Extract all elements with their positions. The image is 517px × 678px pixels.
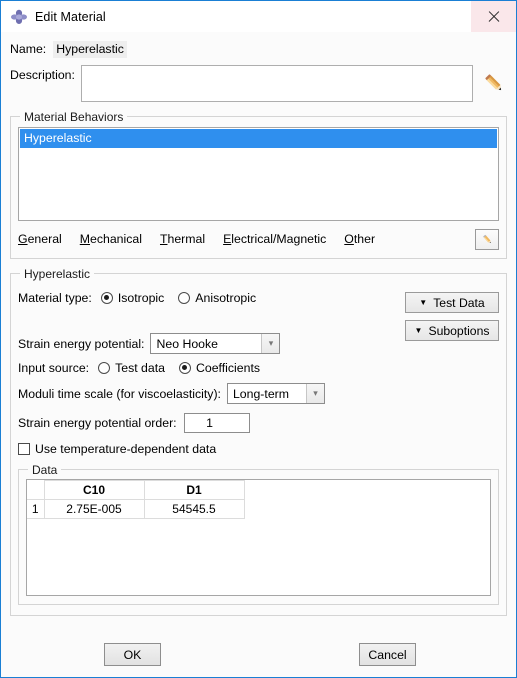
chevron-down-icon: ▾: [261, 334, 280, 353]
radio-coefficients[interactable]: [179, 362, 191, 374]
menu-thermal[interactable]: Thermal: [160, 232, 205, 246]
close-button[interactable]: [471, 1, 516, 32]
input-source-label: Input source:: [18, 361, 90, 375]
dialog-body: Name: Hyperelastic Description: Material…: [1, 32, 516, 633]
radio-anisotropic-label: Anisotropic: [195, 291, 257, 305]
chevron-down-icon: ▼: [414, 325, 423, 335]
data-group-title: Data: [28, 463, 62, 477]
strain-energy-potential-select[interactable]: Neo Hooke ▾: [150, 333, 281, 354]
close-icon: [487, 10, 500, 23]
moduli-time-scale-label: Moduli time scale (for viscoelasticity):: [18, 386, 221, 401]
name-row: Name: Hyperelastic: [10, 38, 507, 60]
data-table: C10 D1 1 2.75E-005 54545.5: [27, 480, 245, 519]
suboptions-button[interactable]: ▼ Suboptions: [405, 320, 499, 341]
input-source-row: Input source: Test data Coefficients: [18, 361, 499, 375]
menu-general[interactable]: General: [18, 232, 62, 246]
temperature-dependent-label: Use temperature-dependent data: [35, 442, 217, 456]
column-header-c10: C10: [43, 480, 145, 500]
menu-other-mnemonic: O: [344, 232, 354, 246]
name-label: Name:: [10, 42, 47, 56]
hyperelastic-group: Hyperelastic ▼ Test Data ▼ Suboptions Ma…: [10, 267, 507, 616]
chevron-down-icon: ▼: [419, 297, 428, 307]
table-row[interactable]: 1 2.75E-005 54545.5: [27, 499, 245, 519]
menu-electrical-magnetic-rest: lectrical/Magnetic: [231, 232, 327, 246]
menu-general-mnemonic: G: [18, 232, 28, 246]
radio-isotropic[interactable]: [100, 292, 113, 304]
pencil-icon: [482, 234, 491, 243]
cancel-button[interactable]: Cancel: [359, 643, 416, 666]
radio-anisotropic[interactable]: [178, 292, 191, 304]
side-buttons: ▼ Test Data ▼ Suboptions: [405, 292, 499, 348]
behavior-menu-bar: General Mechanical Thermal Electrical/Ma…: [18, 228, 499, 250]
menu-thermal-rest: hermal: [167, 232, 206, 246]
abaqus-diamond-icon: [11, 9, 27, 24]
menu-other[interactable]: Other: [344, 232, 375, 246]
test-data-label: Test Data: [433, 295, 485, 310]
ok-button[interactable]: OK: [104, 643, 161, 666]
data-group: Data C10 D1 1 2.75E-005 54545.5: [18, 463, 499, 605]
row-index: 1: [27, 499, 45, 519]
dialog-footer: OK Cancel: [1, 633, 516, 677]
menu-general-rest: eneral: [27, 232, 62, 246]
potential-order-input[interactable]: 1: [183, 413, 250, 433]
menu-mechanical-rest: echanical: [90, 232, 142, 246]
data-table-panel[interactable]: C10 D1 1 2.75E-005 54545.5: [26, 479, 491, 596]
menu-electrical-magnetic[interactable]: Electrical/Magnetic: [223, 232, 326, 246]
list-item[interactable]: Hyperelastic: [20, 129, 497, 148]
menu-mechanical-mnemonic: M: [79, 232, 91, 246]
cell-d1[interactable]: 54545.5: [143, 499, 245, 519]
radio-coefficients-label: Coefficients: [196, 361, 261, 375]
material-behaviors-title: Material Behaviors: [20, 110, 128, 124]
window-title: Edit Material: [35, 9, 106, 24]
test-data-button[interactable]: ▼ Test Data: [405, 292, 499, 313]
title-bar[interactable]: Edit Material: [1, 1, 516, 32]
chevron-down-icon: ▾: [305, 384, 324, 403]
menu-mechanical[interactable]: Mechanical: [80, 232, 142, 246]
table-header-row: C10 D1: [27, 480, 245, 500]
edit-material-dialog: Edit Material Name: Hyperelastic Descrip…: [0, 0, 517, 678]
column-header-d1: D1: [143, 480, 245, 500]
material-behaviors-list[interactable]: Hyperelastic: [18, 127, 499, 221]
description-input[interactable]: [80, 65, 474, 102]
moduli-time-scale-value: Long-term: [232, 386, 289, 401]
row-index-header: [27, 480, 45, 500]
material-name-value: Hyperelastic: [53, 40, 127, 58]
cell-c10[interactable]: 2.75E-005: [43, 499, 145, 519]
potential-order-row: Strain energy potential order: 1: [18, 413, 499, 433]
description-label: Description:: [10, 68, 75, 82]
moduli-time-scale-row: Moduli time scale (for viscoelasticity):…: [18, 383, 499, 404]
radio-isotropic-label: Isotropic: [117, 291, 165, 305]
description-pencil-icon[interactable]: [481, 70, 507, 96]
edit-behavior-button[interactable]: [475, 228, 499, 250]
menu-other-rest: ther: [353, 232, 376, 246]
moduli-time-scale-select[interactable]: Long-term ▾: [226, 383, 325, 404]
material-behaviors-group: Material Behaviors Hyperelastic General …: [10, 110, 507, 259]
potential-order-label: Strain energy potential order:: [18, 416, 177, 430]
strain-energy-potential-label: Strain energy potential:: [18, 336, 145, 351]
strain-energy-potential-value: Neo Hooke: [156, 336, 218, 351]
suboptions-label: Suboptions: [428, 323, 490, 338]
menu-thermal-mnemonic: T: [159, 232, 168, 246]
radio-test-data-label: Test data: [115, 361, 165, 375]
hyperelastic-title: Hyperelastic: [20, 267, 95, 281]
material-type-label: Material type:: [18, 291, 92, 305]
temperature-dependent-checkbox[interactable]: [18, 443, 30, 455]
description-row: Description:: [10, 65, 507, 102]
radio-test-data[interactable]: [98, 362, 111, 374]
temperature-dependent-row[interactable]: Use temperature-dependent data: [18, 442, 499, 456]
